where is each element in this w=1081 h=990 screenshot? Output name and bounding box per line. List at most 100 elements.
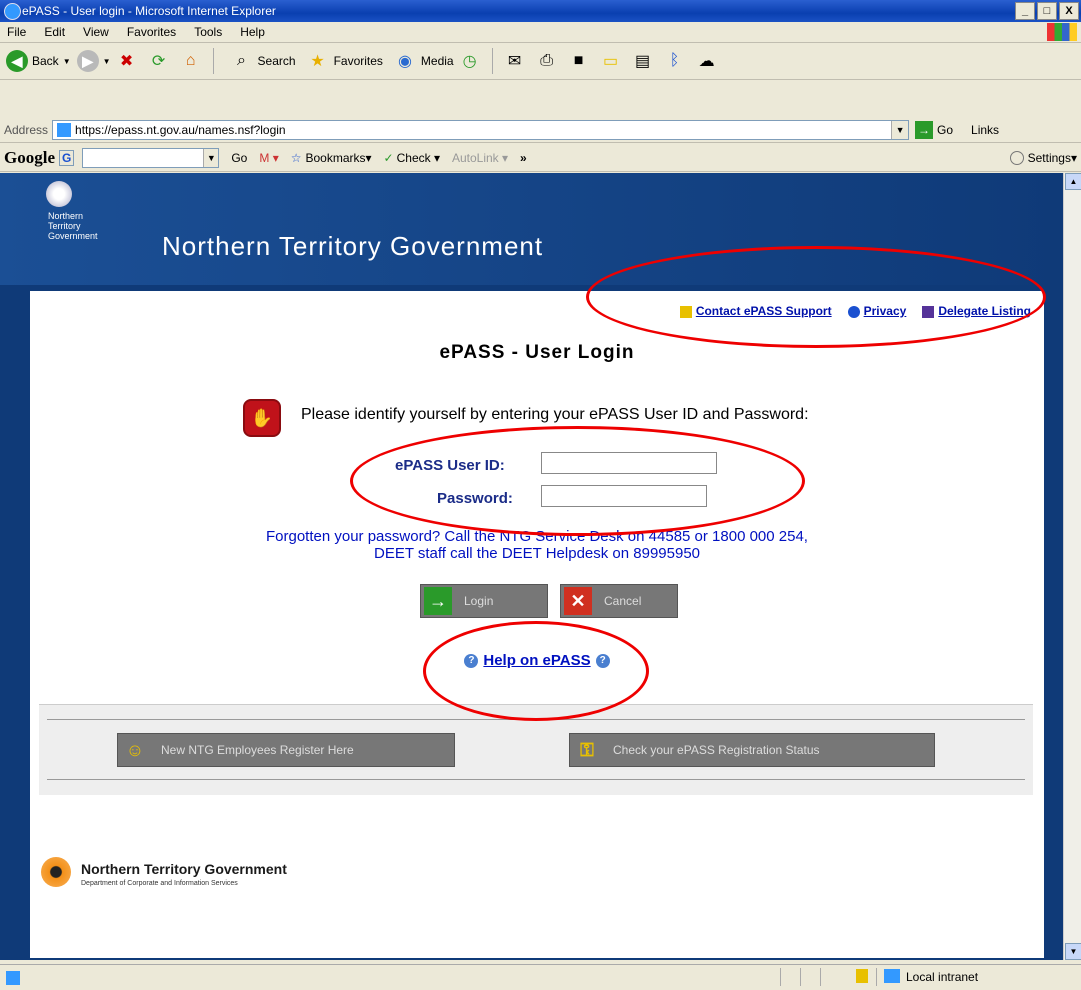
standard-toolbar: ◀ Back ▼ ▶ ▼ ✖ ⟳ ⌂ ⌕ Search ★ Favorites …	[0, 43, 1081, 80]
check-status-button[interactable]: ⚿ Check your ePASS Registration Status	[569, 733, 935, 767]
links-button[interactable]: Links	[971, 123, 999, 137]
gmail-icon[interactable]: M ▾	[259, 151, 278, 165]
address-bar: Address https://epass.nt.gov.au/names.ns…	[0, 117, 1081, 143]
google-go-button[interactable]: Go	[231, 151, 247, 165]
window-controls: _ □ X	[1015, 2, 1079, 20]
back-arrow-icon: ◀	[6, 50, 28, 72]
toolbar-separator	[491, 48, 493, 74]
login-label: Login	[464, 594, 494, 608]
page-viewport: Northern Territory Government Northern T…	[0, 173, 1064, 960]
bookmarks-label: Bookmarks	[305, 151, 366, 165]
google-toolbar: Google G ▼ Go M ▾ ☆ Bookmarks ▾ ✓ Check ▾ A…	[0, 145, 1081, 172]
dropdown-icon[interactable]: ▼	[203, 149, 219, 167]
edit-icon[interactable]: ■	[567, 49, 591, 73]
ie-icon	[4, 3, 21, 20]
annotation-ellipse-links	[586, 246, 1046, 348]
search-label: Search	[257, 54, 296, 68]
go-button[interactable]: → Go	[915, 120, 954, 139]
media-label: Media	[420, 54, 454, 68]
status-divider	[820, 968, 821, 986]
google-search-input[interactable]: ▼	[82, 148, 220, 168]
home-icon[interactable]: ⌂	[179, 49, 203, 73]
cancel-button[interactable]: ✕ Cancel	[560, 584, 678, 618]
check-status-label: Check your ePASS Registration Status	[613, 743, 820, 757]
scroll-up-icon[interactable]: ▲	[1065, 173, 1081, 190]
maximize-button[interactable]: □	[1037, 2, 1057, 20]
menu-file[interactable]: File	[7, 25, 26, 39]
media-button[interactable]: ◉ Media	[389, 49, 454, 73]
logo-line-1: Northern	[48, 211, 84, 221]
favorites-label: Favorites	[333, 54, 383, 68]
intranet-icon	[884, 969, 900, 983]
status-bar: Local intranet	[0, 964, 1081, 990]
address-label: Address	[4, 122, 49, 137]
more-button[interactable]: »	[520, 151, 527, 165]
title-bar: ePASS - User login - Microsoft Internet …	[0, 0, 1081, 22]
note-icon[interactable]: ▭	[599, 49, 623, 73]
research-icon[interactable]: ▤	[631, 49, 655, 73]
messenger-icon[interactable]: ☁	[695, 49, 719, 73]
key-icon: ⚿	[580, 739, 594, 760]
bluetooth-icon[interactable]: ᛒ	[663, 49, 687, 73]
check-label: Check	[396, 151, 431, 165]
refresh-icon[interactable]: ⟳	[147, 49, 171, 73]
nt-emblem-icon	[46, 181, 72, 207]
back-button[interactable]: ◀ Back ▼	[6, 50, 71, 72]
zone-label: Local intranet	[906, 970, 979, 984]
go-arrow-icon: →	[915, 120, 934, 139]
login-instruction: Please identify yourself by entering you…	[301, 406, 809, 423]
autolink-button[interactable]: AutoLink ▾	[452, 151, 508, 165]
settings-radio-icon	[1009, 151, 1024, 165]
search-icon: ⌕	[237, 52, 247, 69]
menu-help[interactable]: Help	[240, 25, 265, 39]
browser-window: ePASS - User login - Microsoft Internet …	[0, 0, 1081, 990]
dropdown-icon: ▼	[102, 56, 111, 66]
print-icon[interactable]: ⎙	[535, 49, 559, 73]
menu-edit[interactable]: Edit	[44, 25, 65, 39]
forward-arrow-icon: ▶	[76, 50, 99, 72]
google-logo: Google	[4, 148, 55, 167]
page-status-icon	[6, 970, 20, 985]
logo-line-2: Territory	[48, 221, 81, 231]
autolink-label: AutoLink	[451, 151, 499, 165]
stop-icon[interactable]: ✖	[115, 49, 139, 73]
toolbar-separator	[212, 48, 214, 74]
forgot-line-2: DEET staff call the DEET Helpdesk on 899…	[373, 545, 701, 562]
close-button[interactable]: X	[1059, 2, 1079, 20]
dropdown-icon: ▼	[62, 56, 71, 66]
media-icon: ◉	[397, 53, 412, 70]
scroll-down-icon[interactable]: ▼	[1065, 943, 1081, 960]
bookmarks-button[interactable]: ☆ Bookmarks ▾	[291, 151, 372, 165]
page-icon	[57, 122, 72, 137]
back-label: Back	[32, 54, 59, 68]
stop-hand-icon: ✋	[243, 399, 281, 437]
go-label: Go	[937, 122, 954, 137]
minimize-button[interactable]: _	[1015, 2, 1035, 20]
cancel-label: Cancel	[604, 594, 642, 608]
status-divider	[876, 968, 877, 986]
history-icon[interactable]: ◷	[458, 49, 482, 73]
annotation-ellipse-help	[423, 621, 649, 721]
check-button[interactable]: ✓ Check ▾	[384, 151, 440, 165]
status-divider	[800, 968, 801, 986]
menu-tools[interactable]: Tools	[194, 25, 222, 39]
windows-logo-icon	[1047, 23, 1077, 41]
vertical-scrollbar[interactable]: ▲ ▼	[1063, 173, 1081, 960]
menu-favorites[interactable]: Favorites	[127, 25, 176, 39]
search-button[interactable]: ⌕ Search	[226, 49, 296, 73]
nt-small-logo: Northern Territory Government	[48, 211, 98, 241]
forward-button[interactable]: ▶ ▼	[76, 50, 111, 72]
dropdown-icon[interactable]: ▼	[891, 120, 909, 139]
address-input[interactable]: https://epass.nt.gov.au/names.nsf?login …	[52, 119, 910, 140]
divider	[47, 779, 1025, 780]
settings-button[interactable]: Settings ▾	[1009, 151, 1077, 165]
login-button[interactable]: → Login	[420, 584, 548, 618]
annotation-ellipse-credentials	[350, 426, 805, 536]
address-url: https://epass.nt.gov.au/names.nsf?login	[75, 122, 286, 137]
google-menu-button[interactable]: G	[59, 150, 75, 166]
mail-icon[interactable]: ✉	[503, 49, 527, 73]
star-icon: ★	[310, 53, 325, 70]
register-button[interactable]: ☺ New NTG Employees Register Here	[117, 733, 455, 767]
menu-view[interactable]: View	[83, 25, 109, 39]
favorites-button[interactable]: ★ Favorites	[302, 49, 383, 73]
